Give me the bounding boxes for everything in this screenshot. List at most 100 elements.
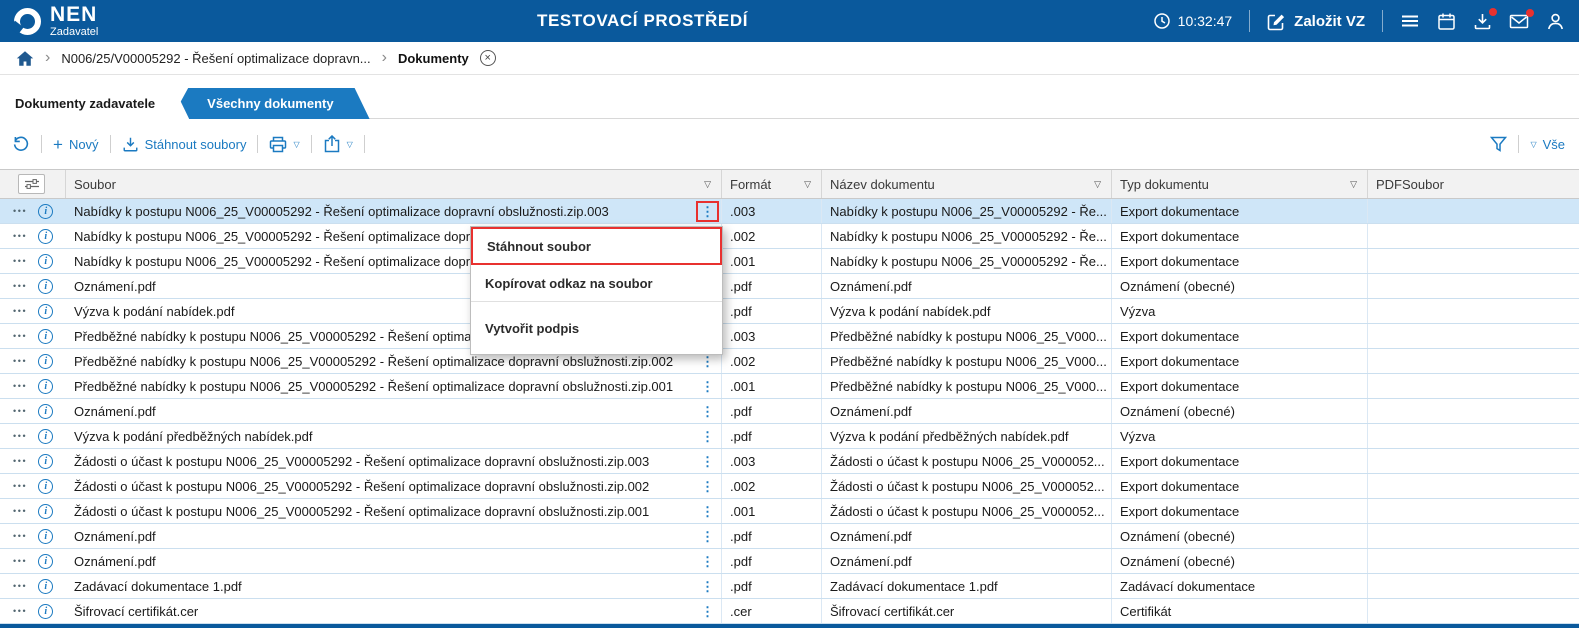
refresh-icon[interactable] [12,135,30,153]
row-soubor: Předběžné nabídky k postupu N006_25_V000… [74,378,674,394]
table-row[interactable]: ••• i Výzva k podání nabídek.pdf ⋮ .pdf … [0,299,1579,324]
info-icon[interactable]: i [38,478,54,494]
row-menu-icon[interactable]: ⋮ [698,503,717,520]
info-icon[interactable]: i [38,578,54,594]
tab-vsechny-dokumenty[interactable]: Všechny dokumenty [171,88,369,119]
row-actions-icon[interactable]: ••• [13,206,27,216]
table-row[interactable]: ••• i Oznámení.pdf ⋮ .pdf Oznámení.pdf O… [0,399,1579,424]
info-icon[interactable]: i [38,203,54,219]
row-actions-icon[interactable]: ••• [13,381,27,391]
filter-icon[interactable] [1490,136,1508,152]
row-actions-icon[interactable]: ••• [13,581,27,591]
messages-icon[interactable] [1509,8,1534,30]
column-settings-icon[interactable] [18,174,45,194]
info-icon[interactable]: i [38,228,54,244]
info-icon[interactable]: i [38,328,54,344]
info-icon[interactable]: i [38,253,54,269]
downloads-icon[interactable] [1473,7,1497,31]
row-actions-icon[interactable]: ••• [13,431,27,441]
info-icon[interactable]: i [38,353,54,369]
menu-item-vytvorit-podpis[interactable]: Vytvořit podpis [471,302,722,354]
row-actions-icon[interactable]: ••• [13,606,27,616]
row-actions-icon[interactable]: ••• [13,256,27,266]
row-actions-icon[interactable]: ••• [13,556,27,566]
row-menu-icon[interactable]: ⋮ [698,378,717,395]
row-actions-icon[interactable]: ••• [13,231,27,241]
table-row[interactable]: ••• i Žádosti o účast k postupu N006_25_… [0,499,1579,524]
column-header-typ[interactable]: Typ dokumentu ▽ [1112,170,1368,198]
column-header-soubor[interactable]: Soubor ▽ [66,170,722,198]
table-row[interactable]: ••• i Zadávací dokumentace 1.pdf ⋮ .pdf … [0,574,1579,599]
column-header-pdfsoubor[interactable]: PDFSoubor [1368,170,1579,198]
row-menu-icon[interactable]: ⋮ [698,453,717,470]
breadcrumb-procedure[interactable]: N006/25/V00005292 - Řešení optimalizace … [61,51,370,66]
table-row[interactable]: ••• i Žádosti o účast k postupu N006_25_… [0,474,1579,499]
row-actions-icon[interactable]: ••• [13,406,27,416]
info-icon[interactable]: i [38,428,54,444]
row-menu-icon[interactable]: ⋮ [698,528,717,545]
row-pdfsoubor [1368,199,1579,223]
time-text: 10:32:47 [1177,13,1233,29]
row-soubor: Žádosti o účast k postupu N006_25_V00005… [74,478,650,494]
export-button[interactable]: ▽ [323,135,353,153]
row-actions-icon[interactable]: ••• [13,481,27,491]
row-actions-icon[interactable]: ••• [13,281,27,291]
view-filter-select[interactable]: ▽ Vše [1530,137,1565,152]
table-row[interactable]: ••• i Žádosti o účast k postupu N006_25_… [0,449,1579,474]
table-row[interactable]: ••• i Nabídky k postupu N006_25_V0000529… [0,249,1579,274]
table-row[interactable]: ••• i Oznámení.pdf ⋮ .pdf Oznámení.pdf O… [0,274,1579,299]
table-row[interactable]: ••• i Nabídky k postupu N006_25_V0000529… [0,224,1579,249]
info-icon[interactable]: i [38,403,54,419]
table-row[interactable]: ••• i Nabídky k postupu N006_25_V0000529… [0,199,1579,224]
close-breadcrumb-icon[interactable]: × [479,50,496,66]
row-actions-icon[interactable]: ••• [13,331,27,341]
row-menu-icon[interactable]: ⋮ [698,353,717,370]
table-row[interactable]: ••• i Výzva k podání předběžných nabídek… [0,424,1579,449]
table-row[interactable]: ••• i Oznámení.pdf ⋮ .pdf Oznámení.pdf O… [0,524,1579,549]
print-button[interactable]: ▽ [269,136,300,153]
info-icon[interactable]: i [38,278,54,294]
table-row[interactable]: ••• i Předběžné nabídky k postupu N006_2… [0,349,1579,374]
row-menu-icon[interactable]: ⋮ [698,428,717,445]
table-row[interactable]: ••• i Předběžné nabídky k postupu N006_2… [0,374,1579,399]
row-actions-icon[interactable]: ••• [13,456,27,466]
row-menu-icon[interactable]: ⋮ [698,403,717,420]
info-icon[interactable]: i [38,528,54,544]
info-icon[interactable]: i [38,603,54,619]
info-icon[interactable]: i [38,553,54,569]
filter-caret-icon[interactable]: ▽ [1094,179,1101,190]
row-menu-icon[interactable]: ⋮ [698,603,717,620]
info-icon[interactable]: i [38,453,54,469]
row-actions-icon[interactable]: ••• [13,531,27,541]
table-row[interactable]: ••• i Předběžné nabídky k postupu N006_2… [0,324,1579,349]
info-icon[interactable]: i [38,503,54,519]
user-icon[interactable] [1546,12,1565,31]
tab-dokumenty-zadavatele[interactable]: Dokumenty zadavatele [0,88,189,119]
row-actions-icon[interactable]: ••• [13,306,27,316]
filter-caret-icon[interactable]: ▽ [804,179,811,190]
info-icon[interactable]: i [38,378,54,394]
calendar-icon[interactable] [1437,12,1456,31]
row-menu-icon[interactable]: ⋮ [696,200,719,222]
filter-caret-icon[interactable]: ▽ [704,179,711,190]
row-format: .pdf [722,574,822,598]
info-icon[interactable]: i [38,303,54,319]
filter-caret-icon[interactable]: ▽ [1350,179,1357,190]
column-header-nazev[interactable]: Název dokumentu ▽ [822,170,1112,198]
create-vz-button[interactable]: Založit VZ [1267,12,1365,31]
row-menu-icon[interactable]: ⋮ [698,478,717,495]
menu-item-kopirovat-odkaz[interactable]: Kopírovat odkaz na soubor [471,265,722,302]
row-menu-icon[interactable]: ⋮ [698,578,717,595]
column-header-format[interactable]: Formát ▽ [722,170,822,198]
table-row[interactable]: ••• i Oznámení.pdf ⋮ .pdf Oznámení.pdf O… [0,549,1579,574]
home-icon[interactable] [16,50,34,67]
download-files-button[interactable]: Stáhnout soubory [122,136,246,153]
table-row[interactable]: ••• i Šifrovací certifikát.cer ⋮ .cer Ši… [0,599,1579,624]
menu-icon[interactable] [1400,12,1420,30]
row-soubor: Nabídky k postupu N006_25_V00005292 - Ře… [74,203,609,219]
row-actions-icon[interactable]: ••• [13,356,27,366]
menu-item-stahnout-soubor[interactable]: Stáhnout soubor [471,227,722,265]
new-button[interactable]: + Nový [53,136,99,153]
row-actions-icon[interactable]: ••• [13,506,27,516]
row-menu-icon[interactable]: ⋮ [698,553,717,570]
